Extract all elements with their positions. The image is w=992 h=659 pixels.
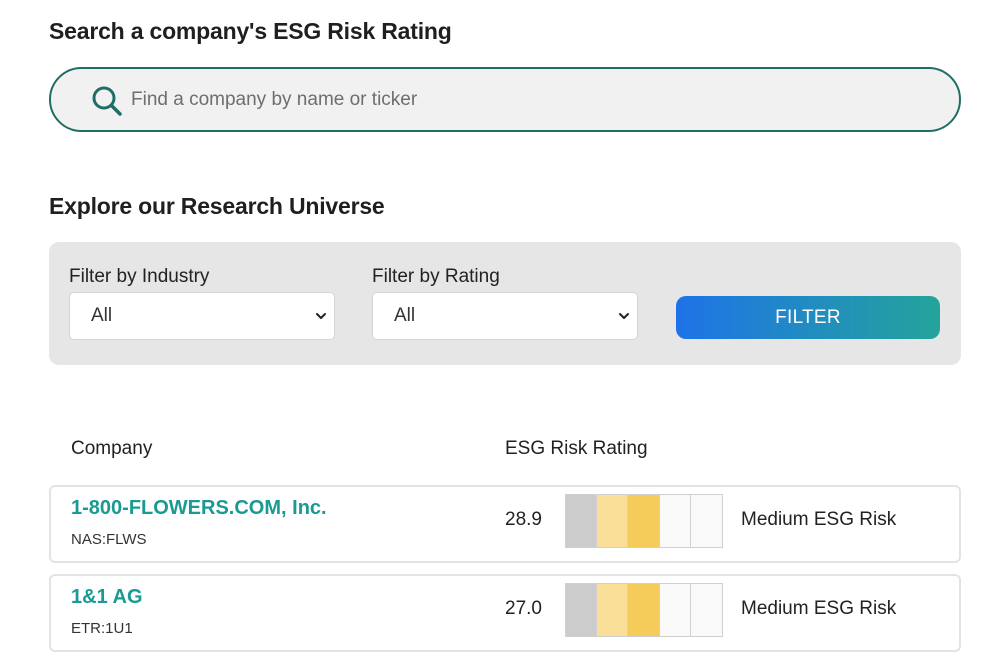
search-icon	[92, 86, 122, 116]
rating-select[interactable]: All	[372, 292, 638, 340]
risk-scale-segment	[596, 583, 629, 637]
risk-category-label: Medium ESG Risk	[741, 509, 897, 530]
risk-category-label: Medium ESG Risk	[741, 598, 897, 619]
filter-panel: Filter by Industry All Filter by Rating …	[49, 242, 961, 365]
explore-heading: Explore our Research Universe	[49, 193, 385, 219]
risk-scale-bar	[565, 494, 723, 548]
risk-scale-segment	[628, 583, 660, 637]
column-header-company: Company	[71, 438, 153, 459]
search-input[interactable]	[131, 81, 931, 119]
table-row: 1-800-FLOWERS.COM, Inc. NAS:FLWS 28.9 Me…	[49, 485, 961, 563]
esg-risk-score: 28.9	[505, 509, 542, 530]
table-row: 1&1 AG ETR:1U1 27.0 Medium ESG Risk	[49, 574, 961, 652]
chevron-down-icon	[316, 313, 326, 319]
risk-scale-bar	[565, 583, 723, 637]
company-name-link[interactable]: 1&1 AG	[71, 586, 143, 609]
risk-scale-segment	[659, 583, 692, 637]
risk-scale-segment	[691, 494, 723, 548]
industry-select[interactable]: All	[69, 292, 335, 340]
risk-scale-segment	[659, 494, 692, 548]
risk-scale-segment	[691, 583, 723, 637]
company-ticker: ETR:1U1	[71, 620, 133, 637]
risk-scale-segment	[565, 583, 597, 637]
industry-filter-label: Filter by Industry	[69, 266, 210, 287]
industry-select-value: All	[91, 305, 113, 326]
risk-scale-segment	[565, 494, 597, 548]
column-header-esg-risk-rating: ESG Risk Rating	[505, 438, 648, 459]
rating-filter-label: Filter by Rating	[372, 266, 500, 287]
chevron-down-icon	[619, 313, 629, 319]
filter-button[interactable]: FILTER	[676, 296, 940, 339]
risk-scale-segment	[628, 494, 660, 548]
risk-scale-segment	[596, 494, 629, 548]
search-heading: Search a company's ESG Risk Rating	[49, 18, 452, 44]
company-name-link[interactable]: 1-800-FLOWERS.COM, Inc.	[71, 497, 327, 520]
esg-risk-score: 27.0	[505, 598, 542, 619]
rating-select-value: All	[394, 305, 416, 326]
company-ticker: NAS:FLWS	[71, 531, 147, 548]
search-box[interactable]	[49, 67, 961, 132]
